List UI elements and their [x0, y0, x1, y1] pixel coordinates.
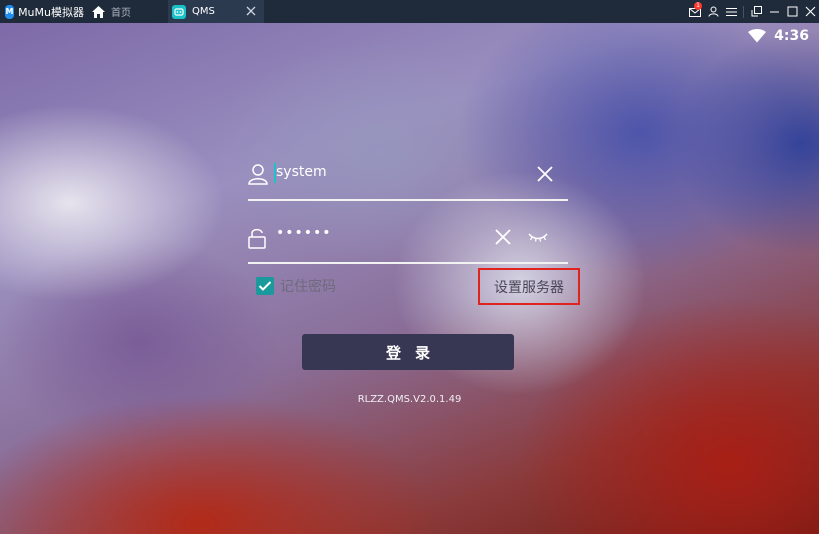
tab-close-icon[interactable]	[244, 4, 258, 18]
brand-name: MuMu模拟器	[18, 5, 84, 19]
restore-icon	[751, 6, 762, 17]
tab-qms[interactable]: QMS	[168, 0, 264, 23]
menu-icon	[725, 7, 737, 16]
status-bar: 4:36	[748, 28, 809, 44]
username-field[interactable]: system	[248, 151, 568, 201]
show-password-eye-icon[interactable]	[528, 232, 548, 242]
home-icon	[92, 5, 105, 18]
login-button[interactable]: 登录	[302, 334, 514, 370]
tab-home-label: 首页	[111, 8, 131, 19]
mumu-logo-icon: M	[5, 4, 15, 19]
set-server-button[interactable]: 设置服务器	[478, 268, 580, 305]
lock-icon	[248, 228, 266, 249]
tab-qms-label: QMS	[192, 6, 215, 17]
user-icon	[708, 6, 718, 17]
maximize-button[interactable]	[783, 0, 801, 23]
password-field[interactable]: ••••••	[248, 216, 568, 264]
android-screen: 4:36 system •••••• 记住密码 设置服务器 登录 RLZZ.QM…	[0, 23, 819, 534]
account-button[interactable]	[704, 0, 722, 23]
brand: M MuMu模拟器	[0, 0, 84, 23]
restore-button[interactable]	[747, 0, 765, 23]
username-input[interactable]: system	[276, 164, 327, 180]
status-clock: 4:36	[774, 28, 809, 44]
menu-button[interactable]	[722, 0, 740, 23]
close-icon	[805, 6, 815, 17]
maximize-icon	[787, 6, 797, 17]
clear-username-icon[interactable]	[536, 165, 554, 183]
app-version: RLZZ.QMS.V2.0.1.49	[357, 394, 462, 405]
tab-home[interactable]: 首页	[84, 0, 168, 23]
remember-password-checkbox[interactable]	[256, 277, 274, 295]
wifi-icon	[748, 29, 767, 43]
window-controls: 1	[686, 0, 819, 23]
emulator-titlebar: M MuMu模拟器 首页 QMS 1	[0, 0, 819, 23]
notification-badge: 1	[694, 2, 702, 10]
checkmark-icon	[258, 281, 272, 291]
minimize-icon	[769, 11, 779, 13]
close-button[interactable]	[801, 0, 819, 23]
mail-button[interactable]: 1	[686, 0, 704, 23]
remember-password-label: 记住密码	[280, 279, 336, 295]
emulator-window: M MuMu模拟器 首页 QMS 1 4:36 system •••••• 记住…	[0, 0, 819, 534]
password-input[interactable]: ••••••	[276, 225, 332, 241]
qms-app-icon	[172, 4, 186, 19]
controls-divider	[743, 5, 744, 18]
minimize-button[interactable]	[765, 0, 783, 23]
remember-password[interactable]: 记住密码	[256, 276, 336, 296]
user-icon	[248, 164, 268, 185]
clear-password-icon[interactable]	[494, 228, 512, 246]
